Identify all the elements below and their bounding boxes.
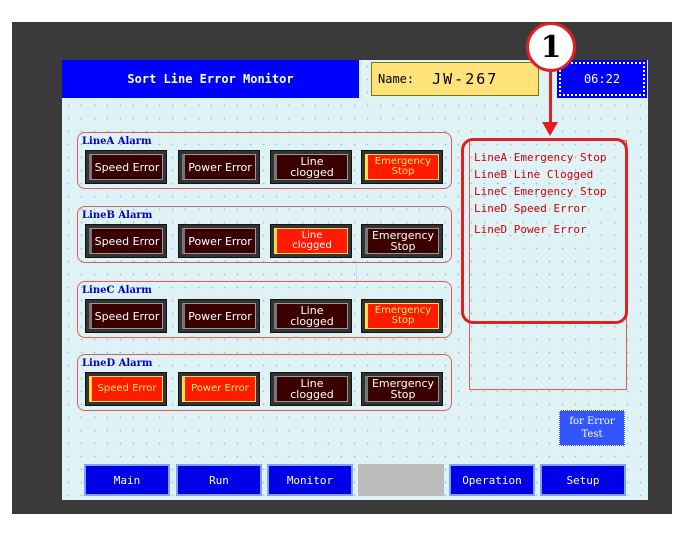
nav-operation-button[interactable]: Operation bbox=[449, 464, 535, 496]
page-title: Sort Line Error Monitor bbox=[62, 60, 359, 98]
nav-main-button[interactable]: Main bbox=[84, 464, 170, 496]
lineb-power-error-button[interactable]: Power Error bbox=[178, 224, 260, 258]
nav-monitor-button[interactable]: Monitor bbox=[267, 464, 353, 496]
linec-power-error-button[interactable]: Power Error bbox=[178, 299, 260, 333]
lined-speed-error-button[interactable]: Speed Error bbox=[85, 372, 167, 406]
linea-emergency-stop-button[interactable]: Emergency Stop bbox=[361, 150, 443, 184]
linea-power-error-button[interactable]: Power Error bbox=[178, 150, 260, 184]
lineb-alarm-group: LineB Alarm Speed Error Power Error Line… bbox=[77, 206, 452, 263]
lined-power-error-button[interactable]: Power Error bbox=[178, 372, 260, 406]
lineb-speed-error-button[interactable]: Speed Error bbox=[85, 224, 167, 258]
callout-number-badge: 1 bbox=[526, 22, 576, 72]
lineb-emergency-stop-button[interactable]: Emergency Stop bbox=[361, 224, 443, 258]
lined-line-clogged-button[interactable]: Line clogged bbox=[270, 372, 352, 406]
linea-line-clogged-button[interactable]: Line clogged bbox=[270, 150, 352, 184]
error-test-button[interactable]: for Error Test bbox=[559, 410, 625, 446]
linec-line-clogged-button[interactable]: Line clogged bbox=[270, 299, 352, 333]
lined-emergency-stop-button[interactable]: Emergency Stop bbox=[361, 372, 443, 406]
callout-arrowhead bbox=[542, 122, 558, 136]
linec-emergency-stop-button[interactable]: Emergency Stop bbox=[361, 299, 443, 333]
test-button-line2: Test bbox=[581, 429, 603, 440]
log-entry: LineA Emergency Stop bbox=[474, 151, 607, 164]
nav-setup-button[interactable]: Setup bbox=[540, 464, 626, 496]
callout-arrow bbox=[549, 72, 552, 124]
lined-alarm-group: LineD Alarm Speed Error Power Error Line… bbox=[77, 354, 452, 411]
linea-speed-error-button[interactable]: Speed Error bbox=[85, 150, 167, 184]
lineb-line-clogged-button[interactable]: Line clogged bbox=[270, 224, 352, 258]
group-label: LineA Alarm bbox=[82, 136, 152, 147]
nav-spacer bbox=[358, 464, 444, 496]
operator-name-box: Name: JW-267 bbox=[371, 62, 539, 96]
log-entry: LineD Speed Error bbox=[474, 202, 587, 215]
bottom-nav: Main Run Monitor Operation Setup bbox=[62, 460, 648, 500]
group-label: LineC Alarm bbox=[82, 285, 152, 296]
group-label: LineD Alarm bbox=[82, 358, 153, 369]
group-label: LineB Alarm bbox=[82, 210, 153, 221]
name-label: Name: bbox=[378, 72, 415, 86]
log-entry: LineC Emergency Stop bbox=[474, 185, 607, 198]
log-entry: LineB Line Clogged bbox=[474, 168, 594, 181]
nav-run-button[interactable]: Run bbox=[176, 464, 262, 496]
linea-alarm-group: LineA Alarm Speed Error Power Error Line… bbox=[77, 132, 452, 189]
clock-display: 06:22 bbox=[557, 60, 647, 98]
log-entry: LineD Power Error bbox=[474, 223, 587, 236]
test-button-line1: for Error bbox=[569, 416, 615, 427]
linec-speed-error-button[interactable]: Speed Error bbox=[85, 299, 167, 333]
name-value: JW-267 bbox=[432, 70, 499, 88]
linec-alarm-group: LineC Alarm Speed Error Power Error Line… bbox=[77, 281, 452, 338]
error-log-highlight: LineA Emergency Stop LineB Line Clogged … bbox=[461, 138, 628, 324]
